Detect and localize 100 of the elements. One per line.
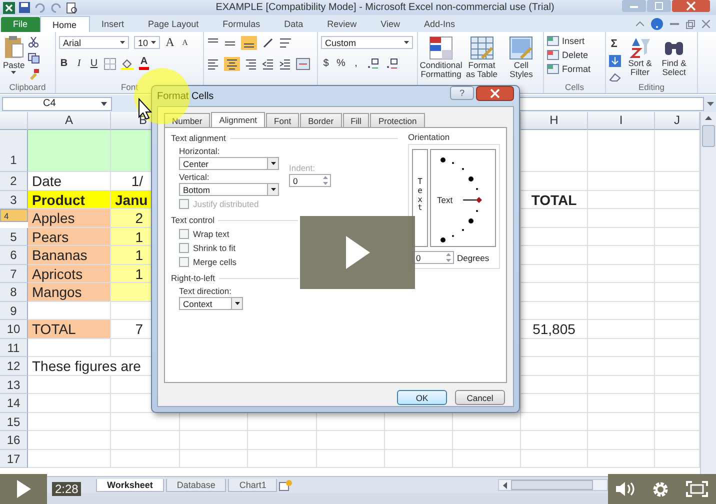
row-header[interactable]: 8	[0, 283, 28, 302]
row-header[interactable]: 15	[0, 412, 28, 431]
underline-button[interactable]: U	[89, 58, 99, 69]
scroll-thumb[interactable]	[702, 125, 715, 147]
table-cell[interactable]	[453, 431, 521, 450]
vertical-select[interactable]: Bottom	[179, 183, 279, 196]
restore-icon[interactable]	[686, 20, 695, 28]
table-cell[interactable]	[248, 431, 317, 450]
table-cell[interactable]	[28, 431, 111, 450]
scroll-up-icon[interactable]	[705, 116, 712, 120]
dialog-tab[interactable]: Alignment	[211, 112, 266, 127]
collapse-ribbon-icon[interactable]	[636, 21, 644, 27]
italic-button[interactable]: I	[74, 58, 84, 69]
table-cell[interactable]	[111, 450, 180, 468]
align-right-icon[interactable]	[245, 58, 257, 70]
table-cell[interactable]	[521, 450, 588, 468]
table-cell[interactable]	[385, 450, 453, 468]
table-cell[interactable]	[588, 320, 655, 338]
fullscreen-icon[interactable]	[686, 481, 708, 497]
table-cell[interactable]: Product	[28, 190, 111, 209]
expand-formula-bar-icon[interactable]	[707, 102, 714, 106]
table-cell[interactable]: TOTAL	[521, 190, 588, 209]
redo-icon[interactable]	[50, 2, 62, 12]
ribbon-tab[interactable]: Review	[315, 16, 369, 32]
row-header[interactable]: 4	[0, 209, 28, 222]
table-cell[interactable]	[180, 450, 248, 468]
table-cell[interactable]	[588, 302, 655, 320]
maximize-button[interactable]	[647, 0, 671, 12]
table-cell[interactable]	[521, 431, 588, 450]
settings-icon[interactable]	[652, 480, 670, 498]
table-cell[interactable]	[521, 376, 588, 394]
column-header[interactable]: I	[588, 112, 655, 130]
table-cell[interactable]	[588, 394, 655, 412]
close-button[interactable]	[672, 0, 710, 12]
font-color-button[interactable]: A	[139, 57, 149, 70]
table-cell[interactable]	[521, 302, 588, 320]
dialog-tab[interactable]: Protection	[370, 113, 425, 127]
autosum-button[interactable]: Σ	[609, 38, 619, 50]
table-cell[interactable]	[588, 431, 655, 450]
ribbon-tab[interactable]: Page Layout	[136, 16, 211, 32]
table-cell[interactable]	[588, 450, 655, 468]
save-icon[interactable]	[19, 2, 30, 13]
text-direction-select[interactable]: Context	[179, 297, 243, 310]
table-cell[interactable]	[28, 412, 111, 431]
column-header[interactable]: H	[521, 112, 588, 130]
table-cell[interactable]: TOTAL	[28, 320, 111, 338]
option-checkbox[interactable]: Merge cells	[179, 255, 236, 268]
table-cell[interactable]	[588, 190, 655, 209]
align-bottom-icon[interactable]	[241, 36, 257, 50]
table-cell[interactable]	[521, 228, 588, 246]
increase-indent-icon[interactable]	[279, 58, 291, 70]
table-cell[interactable]	[521, 338, 588, 357]
comma-button[interactable]: ,	[351, 58, 361, 69]
dialog-tab[interactable]: Border	[300, 113, 342, 127]
row-header[interactable]: 11	[0, 338, 28, 357]
ribbon-tab[interactable]: Home	[40, 16, 90, 32]
dialog-tab[interactable]: Number	[164, 113, 210, 127]
orientation-dial[interactable]: Text	[430, 149, 496, 247]
row-header[interactable]: 17	[0, 450, 28, 468]
select-all-corner[interactable]	[0, 112, 28, 130]
row-header[interactable]: 2	[0, 172, 28, 190]
table-cell[interactable]	[453, 450, 521, 468]
ribbon-tab[interactable]: Data	[272, 16, 316, 32]
table-cell[interactable]	[521, 412, 588, 431]
sheet-tab[interactable]: Database	[166, 478, 226, 492]
table-cell[interactable]	[28, 394, 111, 412]
table-cell[interactable]	[521, 357, 588, 376]
sort-filter-button[interactable]: Sort & Filter	[625, 36, 655, 82]
help-icon[interactable]	[651, 18, 663, 30]
table-cell[interactable]	[588, 338, 655, 357]
dialog-tab[interactable]: Fill	[342, 113, 370, 127]
table-cell[interactable]	[521, 209, 588, 228]
decrease-decimal-icon[interactable]	[385, 58, 399, 70]
align-center-icon[interactable]	[224, 56, 240, 70]
horizontal-select[interactable]: Center	[179, 157, 279, 170]
align-left-icon[interactable]	[207, 58, 219, 70]
row-header[interactable]: 14	[0, 394, 28, 412]
fill-down-icon[interactable]	[609, 55, 621, 67]
name-box[interactable]: C4	[2, 96, 112, 110]
table-cell[interactable]	[588, 172, 655, 190]
table-cell[interactable]	[111, 431, 180, 450]
styles-button[interactable]: Conditional Formatting	[421, 36, 461, 79]
table-cell[interactable]	[588, 376, 655, 394]
styles-button[interactable]: Cell Styles	[502, 36, 540, 79]
fill-color-icon[interactable]	[121, 58, 134, 70]
number-format-field[interactable]: Custom	[321, 36, 413, 49]
table-cell[interactable]	[521, 246, 588, 264]
borders-icon[interactable]	[104, 58, 116, 70]
table-cell[interactable]: Pears	[28, 228, 111, 246]
table-cell[interactable]	[521, 283, 588, 302]
scroll-left-icon[interactable]	[503, 482, 507, 488]
currency-button[interactable]: $	[321, 58, 331, 69]
sheet-tab[interactable]: Chart1	[228, 478, 278, 492]
row-header[interactable]: 10	[0, 320, 28, 338]
grow-font-button[interactable]: A	[165, 35, 175, 50]
option-checkbox[interactable]: Shrink to fit	[179, 241, 236, 254]
table-cell[interactable]	[588, 283, 655, 302]
cells-menu-button[interactable]: Delete	[547, 50, 602, 60]
table-cell[interactable]	[180, 431, 248, 450]
table-cell[interactable]	[385, 431, 453, 450]
